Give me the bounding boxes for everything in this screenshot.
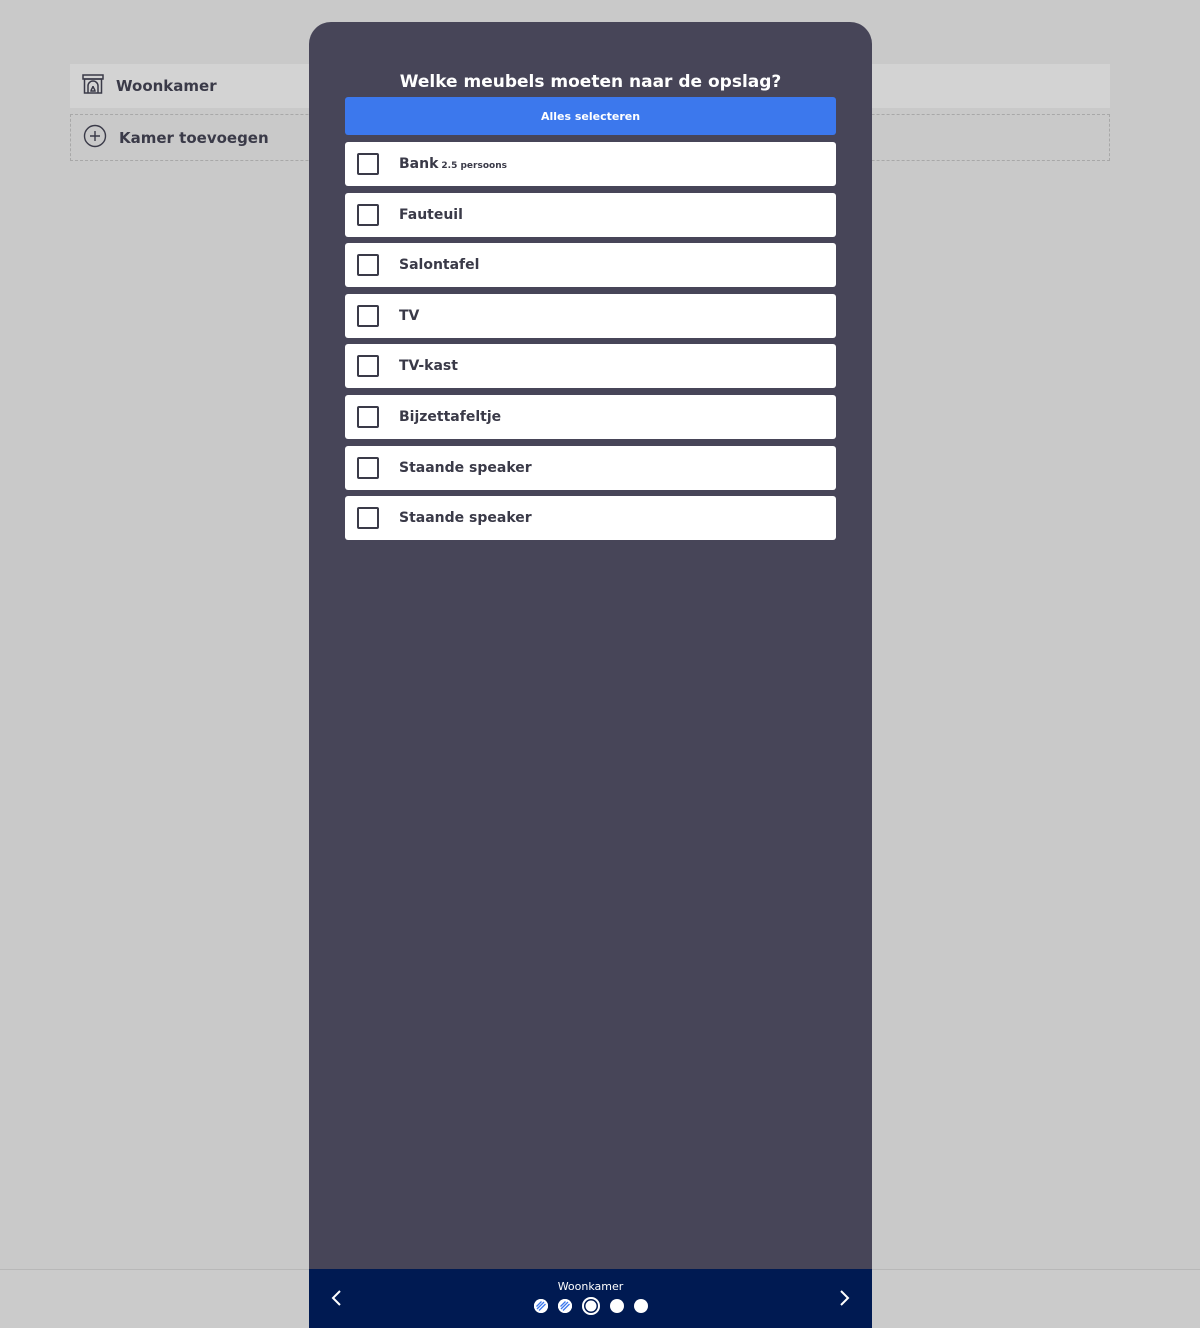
step-navigation: Woonkamer bbox=[309, 1269, 872, 1328]
step-dot-done bbox=[557, 1299, 572, 1313]
item-sublabel: 2.5 persoons bbox=[441, 161, 507, 171]
item-label: Staande speaker bbox=[399, 510, 532, 527]
chevron-right-icon bbox=[840, 1290, 850, 1306]
item-label: Bank 2.5 persoons bbox=[399, 156, 507, 172]
item-label: Bijzettafeltje bbox=[399, 408, 502, 425]
next-step-button[interactable] bbox=[829, 1283, 859, 1313]
checkbox[interactable] bbox=[357, 254, 379, 277]
step-dot-current bbox=[581, 1297, 600, 1315]
furniture-item-staande-speaker[interactable]: Staande speaker bbox=[345, 445, 836, 490]
checkbox[interactable] bbox=[357, 355, 379, 378]
checkbox[interactable] bbox=[357, 203, 379, 226]
furniture-storage-modal: Welke meubels moeten naar de opslag? All… bbox=[309, 22, 872, 1328]
plus-circle-icon bbox=[83, 124, 107, 152]
furniture-item-tv[interactable]: TV bbox=[345, 293, 836, 338]
hatched-check-icon bbox=[557, 1299, 572, 1313]
checkbox[interactable] bbox=[357, 153, 379, 175]
add-room-label: Kamer toevoegen bbox=[119, 128, 269, 147]
furniture-item-tv-kast[interactable]: TV-kast bbox=[345, 344, 836, 389]
item-label: Staande speaker bbox=[399, 459, 532, 476]
checkbox[interactable] bbox=[357, 507, 379, 530]
furniture-item-fauteuil[interactable]: Fauteuil bbox=[345, 192, 836, 237]
modal-title: Welke meubels moeten naar de opslag? bbox=[399, 72, 782, 92]
room-label: Woonkamer bbox=[116, 77, 217, 95]
checkbox[interactable] bbox=[357, 304, 379, 327]
step-dot-todo bbox=[633, 1299, 648, 1313]
checkbox[interactable] bbox=[357, 456, 379, 479]
step-title: Woonkamer bbox=[557, 1280, 624, 1293]
furniture-item-bijzettafeltje[interactable]: Bijzettafeltje bbox=[345, 394, 836, 439]
item-label: TV bbox=[399, 307, 420, 324]
furniture-list: Bank 2.5 persoons Fauteuil Salontafel TV … bbox=[345, 142, 836, 547]
item-label: TV-kast bbox=[399, 358, 458, 375]
step-dot-todo bbox=[609, 1299, 624, 1313]
select-all-button[interactable]: Alles selecteren bbox=[345, 97, 836, 135]
step-indicator bbox=[309, 1297, 872, 1315]
hatched-check-icon bbox=[533, 1299, 548, 1313]
furniture-item-staande-speaker-2[interactable]: Staande speaker bbox=[345, 496, 836, 541]
furniture-item-bank[interactable]: Bank 2.5 persoons bbox=[345, 142, 836, 186]
item-label: Fauteuil bbox=[399, 206, 463, 223]
furniture-item-salontafel[interactable]: Salontafel bbox=[345, 243, 836, 288]
item-label: Salontafel bbox=[399, 257, 480, 274]
step-dot-done bbox=[533, 1299, 548, 1313]
checkbox[interactable] bbox=[357, 405, 379, 428]
fireplace-icon bbox=[82, 74, 104, 98]
